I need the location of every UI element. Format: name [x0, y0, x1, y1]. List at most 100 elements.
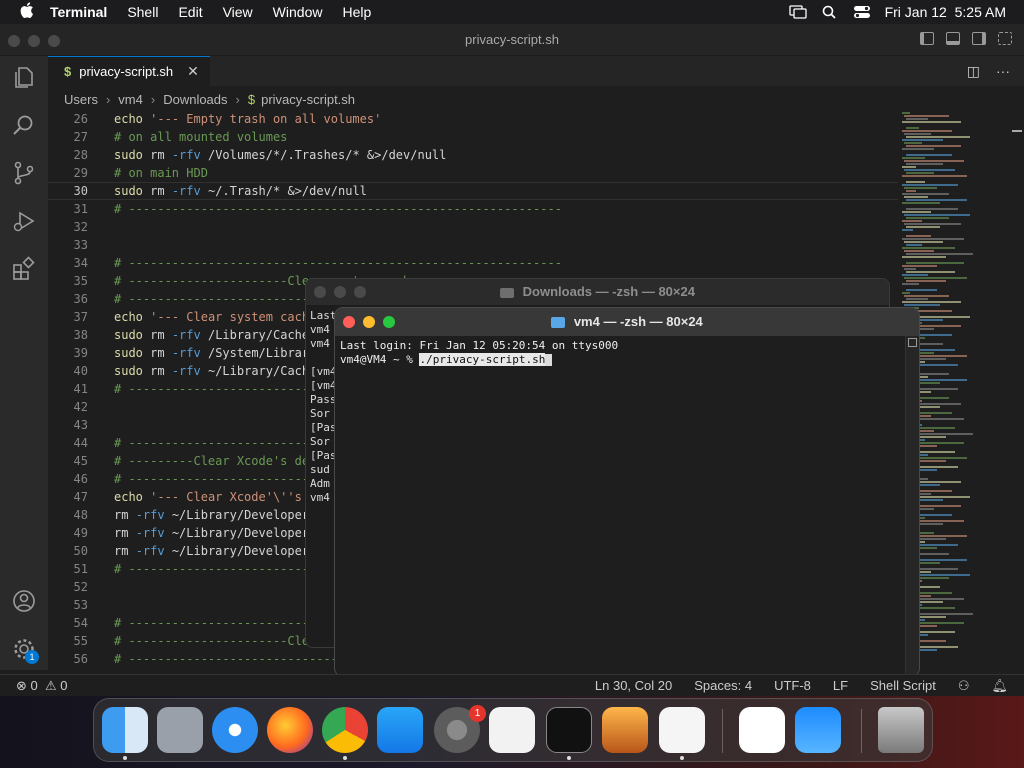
code-line[interactable]: 26 echo '--- Empty trash on all volumes' — [48, 110, 898, 128]
finder-icon[interactable] — [102, 707, 148, 753]
menu-window[interactable]: Window — [273, 4, 323, 20]
source-control-icon[interactable] — [11, 160, 37, 186]
spotlight-search-icon[interactable] — [821, 5, 839, 19]
window-close-button[interactable] — [343, 316, 355, 328]
desktop-background: 1 — [0, 696, 1024, 768]
accounts-icon[interactable] — [11, 588, 37, 614]
code-text: # --------------------------------------… — [114, 202, 562, 216]
minimap-stroke — [902, 256, 946, 258]
code-line[interactable]: 32 — [48, 218, 898, 236]
code-line[interactable]: 33 — [48, 236, 898, 254]
window-minimize-button[interactable] — [334, 286, 346, 298]
close-tab-icon[interactable]: ✕ — [187, 63, 199, 80]
safari-icon[interactable] — [212, 707, 258, 753]
chrome-icon[interactable] — [322, 707, 368, 753]
app-store-icon[interactable] — [377, 707, 423, 753]
line-number: 29 — [73, 166, 88, 180]
control-center-icon[interactable] — [853, 5, 871, 19]
firefox-icon[interactable] — [267, 707, 313, 753]
menu-clock[interactable]: Fri Jan 12 5:25 AM — [885, 4, 1006, 20]
toggle-primary-sidebar-icon[interactable] — [920, 32, 934, 45]
menu-app-name[interactable]: Terminal — [50, 4, 107, 20]
line-number: 50 — [73, 544, 88, 558]
cursor-position[interactable]: Ln 30, Col 20 — [595, 678, 672, 693]
notifications-bell-icon[interactable]: 🔔︎ — [991, 678, 1008, 694]
indentation[interactable]: Spaces: 4 — [694, 678, 752, 693]
terminal-title: Downloads — -zsh — 80×24 — [522, 284, 695, 299]
toggle-panel-icon[interactable] — [946, 32, 960, 45]
minimap-stroke — [906, 199, 967, 201]
window-minimize-button[interactable] — [363, 316, 375, 328]
search-icon[interactable] — [11, 112, 37, 138]
terminal-icon[interactable] — [546, 707, 592, 753]
window-close-button[interactable] — [314, 286, 326, 298]
run-debug-icon[interactable] — [11, 208, 37, 234]
window-zoom-button[interactable] — [354, 286, 366, 298]
scroll-thumb[interactable] — [908, 338, 917, 347]
customize-layout-icon[interactable] — [998, 32, 1012, 45]
breadcrumb-downloads[interactable]: Downloads — [163, 92, 227, 107]
line-endings[interactable]: LF — [833, 678, 848, 693]
screen-mirroring-icon[interactable] — [788, 5, 807, 19]
minimap-stroke — [904, 277, 967, 279]
line-number: 37 — [73, 310, 88, 324]
minimap-stroke — [902, 157, 925, 159]
chevron-right-icon: › — [150, 91, 156, 107]
explorer-icon[interactable] — [11, 64, 37, 90]
terminal-title-bar[interactable]: Downloads — -zsh — 80×24 — [306, 279, 889, 305]
extensions-icon[interactable] — [11, 256, 37, 282]
line-number: 55 — [73, 634, 88, 648]
minimap-stroke — [902, 175, 967, 177]
code-line[interactable]: 34 # ------------------------------------… — [48, 254, 898, 272]
code-line[interactable]: 31 # ------------------------------------… — [48, 200, 898, 218]
terminal-scrollbar[interactable] — [905, 336, 919, 676]
launchpad-icon[interactable] — [157, 707, 203, 753]
menu-shell[interactable]: Shell — [127, 4, 158, 20]
visual-studio-icon[interactable] — [739, 707, 785, 753]
menu-view[interactable]: View — [223, 4, 253, 20]
split-editor-icon[interactable]: ◫ — [967, 63, 980, 80]
apple-menu-icon[interactable] — [18, 2, 36, 22]
code-line[interactable]: 28 sudo rm -rfv /Volumes/*/.Trashes/* &>/… — [48, 146, 898, 164]
window-zoom-button[interactable] — [383, 316, 395, 328]
terminal-window-vm4[interactable]: vm4 — -zsh — 80×24 Last login: Fri Jan 1… — [334, 307, 920, 677]
terminal-title-bar[interactable]: vm4 — -zsh — 80×24 — [335, 308, 919, 336]
vscode-icon[interactable] — [659, 707, 705, 753]
weather-icon[interactable] — [795, 707, 841, 753]
textedit-icon[interactable] — [489, 707, 535, 753]
menu-help[interactable]: Help — [342, 4, 371, 20]
code-text: sudo rm -rfv /Volumes/*/.Trashes/* &>/de… — [114, 148, 447, 162]
window-title: privacy-script.sh — [465, 32, 559, 47]
language-mode[interactable]: Shell Script — [870, 678, 936, 693]
menu-edit[interactable]: Edit — [178, 4, 202, 20]
line-number: 42 — [73, 400, 88, 414]
line-number: 52 — [73, 580, 88, 594]
breadcrumb-file[interactable]: privacy-script.sh — [261, 92, 355, 107]
breadcrumb-users[interactable]: Users — [64, 92, 98, 107]
line-number: 51 — [73, 562, 88, 576]
editor-scrollbar-marker[interactable] — [1012, 130, 1022, 132]
trash-icon[interactable] — [878, 707, 924, 753]
minimap-stroke — [906, 280, 946, 282]
window-minimize-button[interactable] — [28, 35, 40, 47]
code-line[interactable]: 30 sudo rm -rfv ~/.Trash/* &>/dev/null — [48, 182, 898, 200]
garageband-icon[interactable] — [602, 707, 648, 753]
file-encoding[interactable]: UTF-8 — [774, 678, 811, 693]
window-close-button[interactable] — [8, 35, 20, 47]
breadcrumb: Users › vm4 › Downloads › $ privacy-scri… — [48, 86, 898, 112]
shell-file-icon: $ — [64, 64, 72, 79]
tab-privacy-script[interactable]: $ privacy-script.sh ✕ — [48, 56, 210, 86]
breadcrumb-vm4[interactable]: vm4 — [118, 92, 143, 107]
code-text: # --------------------------------------… — [114, 256, 562, 270]
feedback-icon[interactable]: ⚇ — [958, 678, 970, 694]
terminal-output[interactable]: Last login: Fri Jan 12 05:20:54 on ttys0… — [335, 336, 919, 367]
code-line[interactable]: 29 # on main HDD — [48, 164, 898, 182]
code-line[interactable]: 27 # on all mounted volumes — [48, 128, 898, 146]
window-zoom-button[interactable] — [48, 35, 60, 47]
toggle-secondary-sidebar-icon[interactable] — [972, 32, 986, 45]
code-text: echo '--- Clear Xcode'\''s — [114, 490, 302, 504]
problems-indicator[interactable]: ⊗ 0 ⚠ 0 — [16, 678, 68, 694]
status-bar: ⊗ 0 ⚠ 0 Ln 30, Col 20 Spaces: 4 UTF-8 LF… — [0, 674, 1024, 696]
more-actions-icon[interactable]: ··· — [996, 63, 1010, 80]
line-number: 27 — [73, 130, 88, 144]
